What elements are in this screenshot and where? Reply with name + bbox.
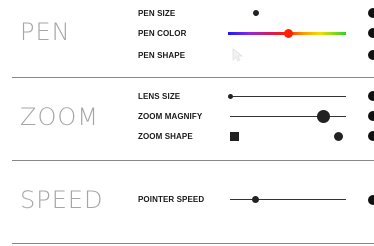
section-title-pen: PEN (20, 18, 71, 46)
lens-size-edge-handle[interactable] (368, 91, 374, 101)
zoom-shape-edge-handle[interactable] (368, 131, 374, 141)
pointer-speed-handle[interactable] (252, 196, 259, 203)
pen-size-label: PEN SIZE (138, 9, 176, 18)
pen-shape-edge-handle[interactable] (368, 50, 374, 60)
zoom-shape-label: ZOOM SHAPE (138, 132, 193, 141)
lens-size-track[interactable] (230, 96, 346, 97)
pen-color-edge-handle[interactable] (368, 28, 374, 38)
section-title-speed: SPEED (20, 186, 104, 214)
square-icon[interactable] (230, 132, 239, 141)
pen-size-edge-handle[interactable] (368, 8, 374, 18)
pen-color-label: PEN COLOR (138, 29, 187, 38)
pointer-speed-label: POINTER SPEED (138, 195, 205, 204)
section-title-zoom: ZOOM (20, 103, 99, 131)
section-divider (12, 77, 374, 78)
zoom-magnify-label: ZOOM MAGNIFY (138, 112, 203, 121)
zoom-magnify-edge-handle[interactable] (368, 111, 374, 121)
section-divider (12, 243, 374, 244)
arrow-cursor-icon[interactable] (232, 48, 244, 62)
pen-size-indicator[interactable] (253, 10, 259, 16)
pen-color-picker-handle[interactable] (284, 29, 293, 38)
lens-size-handle[interactable] (228, 94, 233, 99)
pointer-speed-edge-handle[interactable] (368, 195, 374, 205)
settings-panel: PEN PEN SIZE PEN COLOR PEN SHAPE ZOOM LE… (0, 0, 374, 246)
zoom-magnify-handle[interactable] (317, 110, 330, 123)
pointer-speed-track[interactable] (230, 199, 346, 200)
lens-size-label: LENS SIZE (138, 92, 181, 101)
pen-shape-label: PEN SHAPE (138, 51, 186, 60)
circle-icon[interactable] (334, 132, 343, 141)
section-divider (12, 160, 374, 161)
